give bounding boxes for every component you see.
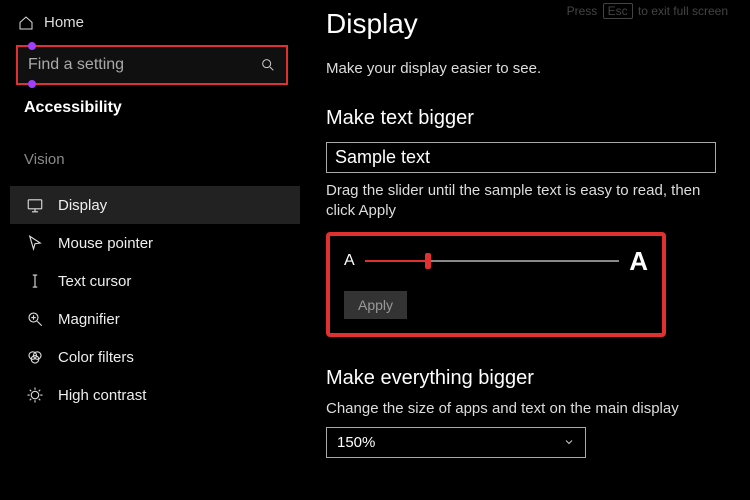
text-cursor-icon: [26, 272, 44, 290]
selection-handle-icon: [28, 80, 36, 88]
fullscreen-hint: Press Esc to exit full screen: [567, 4, 728, 18]
text-size-control-highlight: A A Apply: [326, 232, 666, 337]
color-filters-icon: [26, 348, 44, 366]
esc-key-icon: Esc: [603, 3, 633, 19]
sidebar-item-display[interactable]: Display: [10, 186, 300, 224]
sidebar-item-label: Display: [58, 197, 107, 214]
monitor-icon: [26, 196, 44, 214]
home-label: Home: [44, 14, 84, 31]
search-input[interactable]: [28, 56, 260, 74]
sample-text-preview: Sample text: [326, 142, 716, 173]
section-make-text-bigger: Make text bigger: [326, 107, 728, 130]
sidebar: Home Accessibility Vision Display Mouse …: [0, 0, 300, 500]
sidebar-item-high-contrast[interactable]: High contrast: [10, 376, 300, 414]
search-icon: [260, 57, 276, 73]
main-panel: Press Esc to exit full screen Display Ma…: [300, 0, 750, 500]
sidebar-nav: Display Mouse pointer Text cursor Magnif…: [10, 186, 300, 414]
sidebar-item-magnifier[interactable]: Magnifier: [10, 300, 300, 338]
section-make-everything-bigger: Make everything bigger: [326, 367, 728, 390]
sidebar-item-label: Magnifier: [58, 311, 120, 328]
slider-fill: [365, 260, 429, 262]
page-subtitle: Make your display easier to see.: [326, 60, 728, 77]
text-size-slider[interactable]: [365, 260, 620, 262]
dropdown-value: 150%: [337, 434, 375, 451]
scale-instruction: Change the size of apps and text on the …: [326, 400, 716, 417]
chevron-down-icon: [563, 436, 575, 448]
sidebar-item-text-cursor[interactable]: Text cursor: [10, 262, 300, 300]
slider-thumb[interactable]: [425, 253, 431, 269]
cursor-icon: [26, 234, 44, 252]
sidebar-item-label: Color filters: [58, 349, 134, 366]
magnifier-icon: [26, 310, 44, 328]
home-nav[interactable]: Home: [10, 10, 300, 35]
sidebar-group-label: Vision: [10, 151, 300, 168]
sidebar-item-label: Mouse pointer: [58, 235, 153, 252]
apply-button[interactable]: Apply: [344, 291, 407, 319]
high-contrast-icon: [26, 386, 44, 404]
slider-instruction: Drag the slider until the sample text is…: [326, 181, 716, 222]
text-size-slider-row: A A: [344, 246, 648, 277]
sidebar-item-label: Text cursor: [58, 273, 131, 290]
sidebar-item-mouse-pointer[interactable]: Mouse pointer: [10, 224, 300, 262]
home-icon: [18, 15, 34, 31]
display-scale-dropdown[interactable]: 150%: [326, 427, 586, 458]
sidebar-item-label: High contrast: [58, 387, 146, 404]
sidebar-section-title: Accessibility: [10, 99, 300, 117]
selection-handle-icon: [28, 42, 36, 50]
small-a-label: A: [344, 252, 355, 270]
search-box[interactable]: [16, 45, 288, 85]
sidebar-item-color-filters[interactable]: Color filters: [10, 338, 300, 376]
big-a-label: A: [629, 246, 648, 277]
